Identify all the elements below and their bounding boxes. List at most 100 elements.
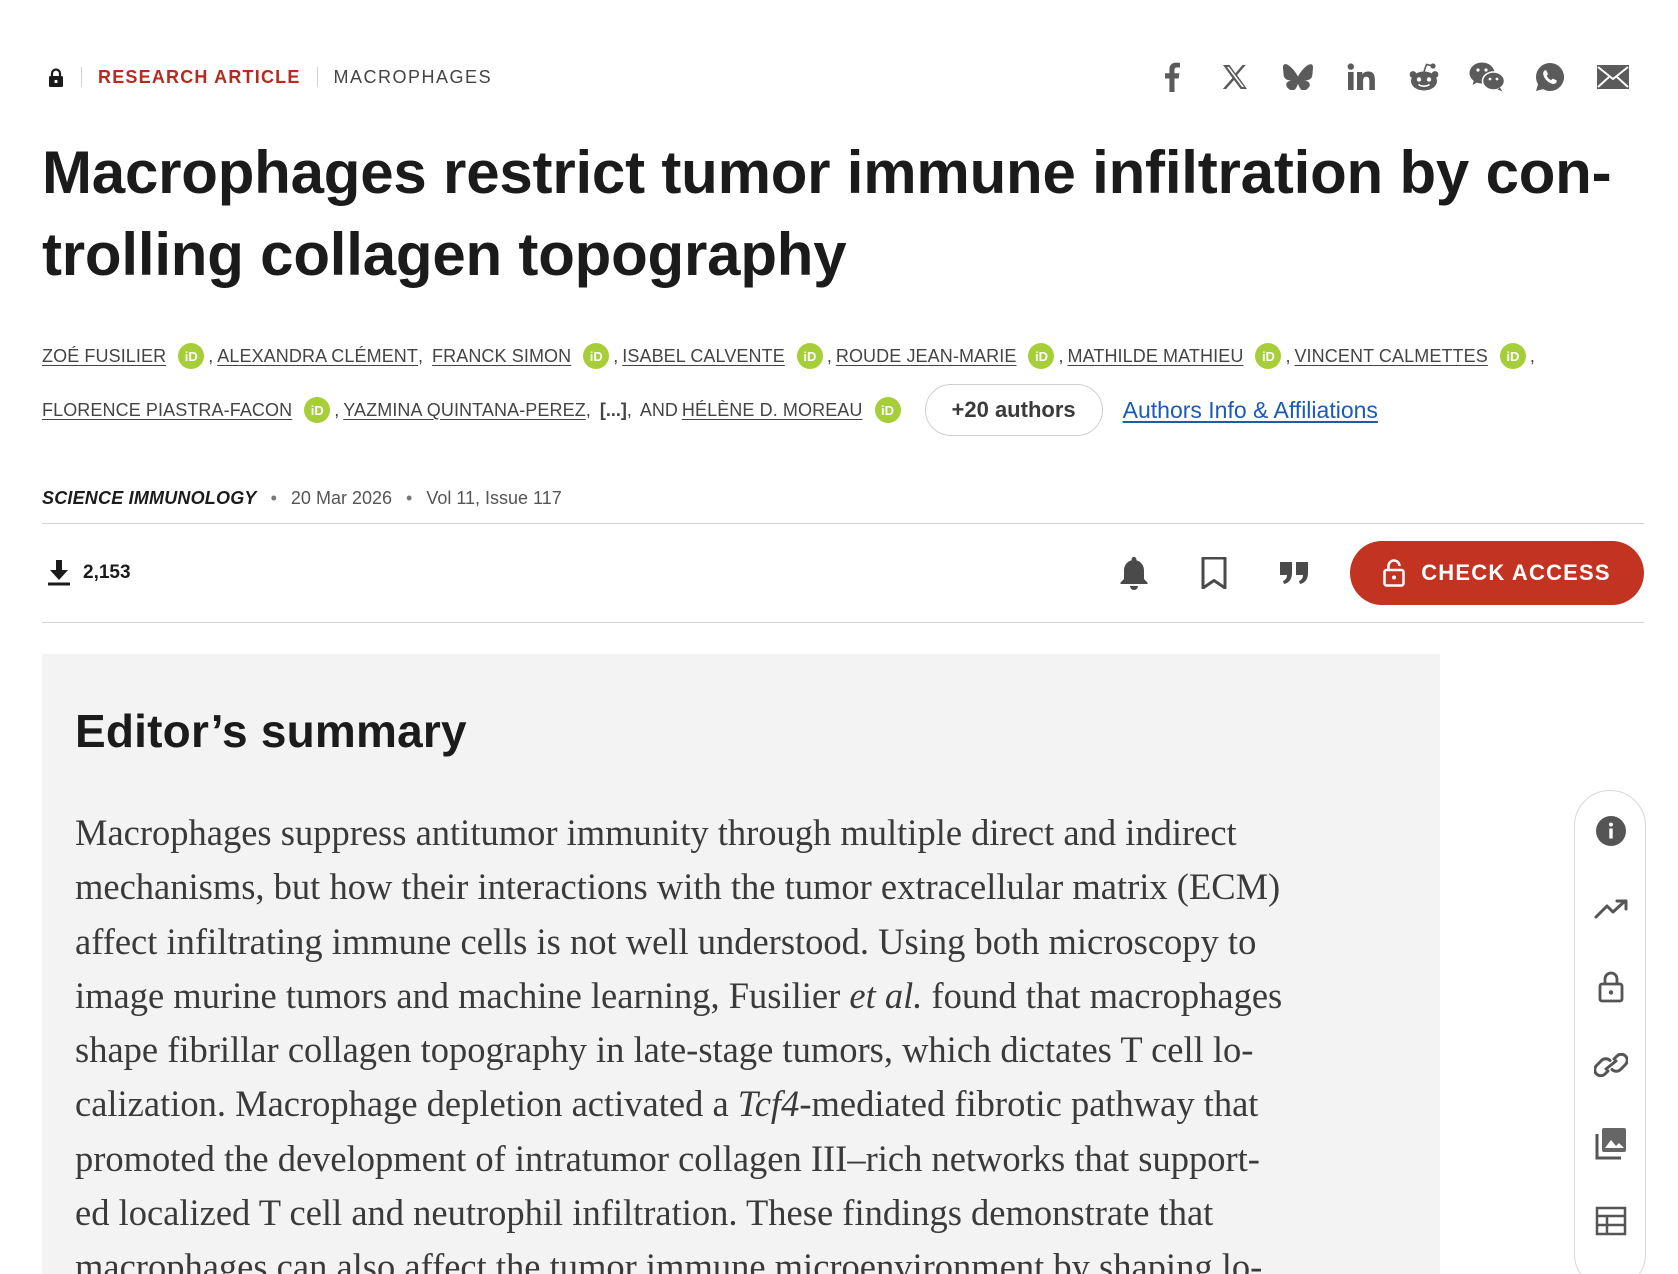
article-page: RESEARCH ARTICLE MACROPHAGES Macrophages… (42, 0, 1644, 1274)
check-access-button[interactable]: CHECK ACCESS (1350, 541, 1644, 605)
wechat-icon[interactable] (1455, 60, 1518, 94)
linkedin-icon[interactable] (1329, 60, 1392, 94)
meta-dot: • (406, 487, 413, 508)
x-icon[interactable] (1203, 60, 1266, 94)
author-link[interactable]: ALEXANDRA CLÉMENT (217, 346, 418, 367)
author-list: ZOÉ FUSILIER iD, ALEXANDRA CLÉMENT, FRAN… (42, 336, 1644, 436)
summary-line: ed localized T cell and neutrophil infil… (75, 1186, 1425, 1240)
author-link[interactable]: MATHILDE MATHIEU (1067, 346, 1243, 367)
author-link[interactable]: ZOÉ FUSILIER (42, 346, 166, 367)
divider (42, 622, 1644, 623)
title-line: Macrophages restrict tumor immune infilt… (42, 139, 1612, 206)
separator (316, 67, 318, 87)
facebook-icon[interactable] (1140, 60, 1203, 94)
download-count: 2,153 (47, 560, 131, 586)
orcid-icon[interactable]: iD (1499, 343, 1526, 369)
author-link[interactable]: FRANCK SIMON (432, 346, 571, 367)
orcid-icon[interactable]: iD (874, 397, 901, 423)
authors-affiliations-link[interactable]: Authors Info & Affiliations (1123, 397, 1378, 424)
author-link[interactable]: VINCENT CALMETTES (1294, 346, 1487, 367)
orcid-icon[interactable]: iD (796, 343, 823, 369)
author-and: AND (639, 399, 678, 420)
author-separator: , (418, 345, 429, 366)
bookmark-icon[interactable] (1174, 540, 1254, 606)
summary-line: macrophages can also affect the tumor im… (75, 1240, 1425, 1274)
author-separator: , (334, 399, 340, 420)
summary-line: Macrophages suppress antitumor immunity … (75, 806, 1425, 860)
author-row: FLORENCE PIASTRA-FACON iD, YAZMINA QUINT… (42, 384, 1644, 436)
article-topbar: RESEARCH ARTICLE MACROPHAGES (42, 60, 1644, 94)
orcid-icon[interactable]: iD (178, 343, 205, 369)
summary-body: Macrophages suppress antitumor immunity … (75, 806, 1425, 1274)
publication-date: 20 Mar 2026 (290, 487, 392, 508)
bluesky-icon[interactable] (1266, 60, 1329, 94)
author-link[interactable]: ROUDE JEAN-MARIE (836, 346, 1017, 367)
trending-icon[interactable] (1575, 889, 1647, 929)
author-link[interactable]: FLORENCE PIASTRA-FACON (42, 400, 292, 421)
author-link[interactable]: HÉLÈNE D. MOREAU (682, 400, 863, 421)
article-side-rail (1574, 790, 1646, 1274)
author-separator: , (1529, 345, 1535, 366)
summary-text: macrophages can also affect the tumor im… (75, 1246, 1263, 1274)
summary-line: affect infiltrating immune cells is not … (75, 915, 1425, 969)
author-separator: , (826, 345, 832, 366)
summary-line: calization. Macrophage depletion activat… (75, 1077, 1425, 1131)
summary-text: Macrophages suppress antitumor immunity … (75, 812, 1237, 853)
volume-issue[interactable]: Vol 11, Issue 117 (426, 488, 561, 509)
publication-meta: SCIENCE IMMUNOLOGY • 20 Mar 2026 • Vol 1… (42, 484, 562, 512)
meta-dot: • (270, 487, 277, 508)
lock-icon[interactable] (1575, 967, 1647, 1007)
lock-icon (47, 67, 65, 87)
lock-open-icon (1383, 559, 1405, 587)
email-icon[interactable] (1581, 60, 1644, 94)
divider (42, 523, 1644, 524)
orcid-icon[interactable]: iD (304, 397, 331, 423)
more-authors-button[interactable]: +20 authors (924, 384, 1103, 436)
author-separator: , (585, 399, 596, 420)
summary-text: calization. Macrophage depletion activat… (75, 1083, 738, 1125)
share-bar (1140, 60, 1644, 94)
whatsapp-icon[interactable] (1518, 60, 1581, 94)
summary-italic-text: Tcf4 (737, 1083, 800, 1125)
summary-line: mechanisms, but how their interactions w… (75, 860, 1425, 914)
article-type-tag[interactable]: RESEARCH ARTICLE (98, 67, 301, 88)
summary-text: mechanisms, but how their interactions w… (75, 866, 1281, 908)
link-icon[interactable] (1575, 1045, 1647, 1085)
separator (81, 67, 82, 87)
author-link[interactable]: YAZMINA QUINTANA-PEREZ (343, 400, 586, 421)
summary-text: affect infiltrating immune cells is not … (75, 920, 1257, 962)
orcid-icon[interactable]: iD (1028, 343, 1055, 369)
author-separator: , (1285, 345, 1291, 366)
summary-heading: Editor’s summary (75, 705, 467, 757)
summary-line: shape fibrillar collagen topography in l… (75, 1023, 1425, 1077)
journal-name[interactable]: SCIENCE IMMUNOLOGY (42, 488, 257, 509)
summary-text: ed localized T cell and neutrophil infil… (75, 1192, 1214, 1234)
summary-line: image murine tumors and machine learning… (75, 969, 1425, 1023)
summary-text: found that macrophages (922, 974, 1283, 1016)
title-line: trolling collagen topography (42, 221, 847, 288)
images-icon[interactable] (1575, 1123, 1647, 1163)
summary-text: -mediated fibrotic pathway that (799, 1083, 1259, 1125)
article-title: Macrophages restrict tumor immune infilt… (42, 132, 1652, 296)
editors-summary: Editor’s summary Macrophages suppress an… (42, 654, 1440, 1274)
article-tools: CHECK ACCESS (1094, 540, 1644, 606)
table-icon[interactable] (1575, 1201, 1647, 1241)
cite-icon[interactable] (1254, 540, 1334, 606)
subject-tag[interactable]: MACROPHAGES (334, 67, 493, 88)
author-link[interactable]: ISABEL CALVENTE (622, 346, 785, 367)
author-row: ZOÉ FUSILIER iD, ALEXANDRA CLÉMENT, FRAN… (42, 336, 1644, 376)
summary-text: image murine tumors and machine learning… (75, 974, 850, 1016)
reddit-icon[interactable] (1392, 60, 1455, 94)
summary-line: promoted the development of intratumor c… (75, 1132, 1425, 1186)
author-ellipsis[interactable]: [...] (600, 400, 627, 421)
summary-italic-text: et al. (849, 974, 923, 1016)
download-icon (48, 560, 70, 586)
author-separator: , (626, 399, 632, 420)
download-count-value: 2,153 (83, 562, 131, 583)
orcid-icon[interactable]: iD (583, 343, 610, 369)
info-icon[interactable] (1575, 811, 1647, 851)
author-separator: , (1058, 345, 1064, 366)
orcid-icon[interactable]: iD (1255, 343, 1282, 369)
summary-text: promoted the development of intratumor c… (75, 1137, 1260, 1179)
bell-icon[interactable] (1094, 540, 1174, 606)
